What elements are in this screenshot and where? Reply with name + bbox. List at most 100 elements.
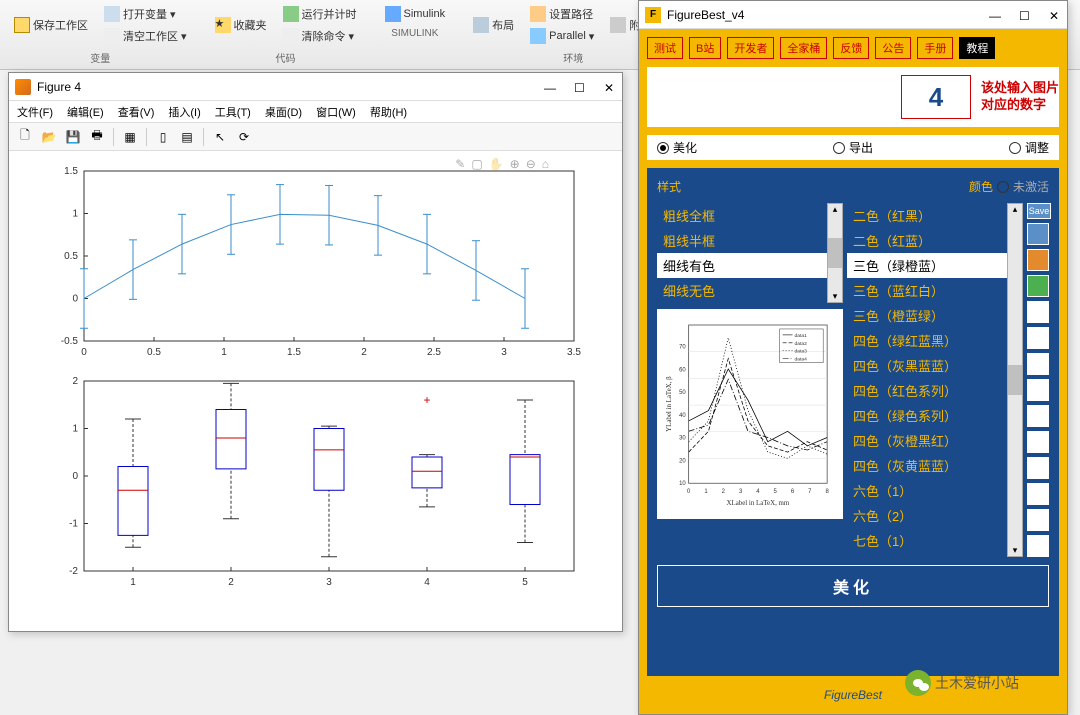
list-item[interactable]: 四色（红色系列） xyxy=(847,378,1007,403)
fb-color-list[interactable]: 二色（红黑）二色（红蓝）三色（绿橙蓝）三色（蓝红白）三色（橙蓝绿）四色（绿红蓝黑… xyxy=(847,203,1007,557)
svg-text:1: 1 xyxy=(704,489,707,495)
list-item[interactable]: 粗线全框 xyxy=(657,203,827,228)
ribbon-clear-workspace[interactable]: 清空工作区 ▾ xyxy=(100,26,191,46)
list-item[interactable]: 二色（红黑） xyxy=(847,203,1007,228)
menu-insert[interactable]: 插入(I) xyxy=(168,104,200,120)
fb-save-button[interactable]: Save xyxy=(1027,203,1051,219)
svg-text:4: 4 xyxy=(424,577,430,588)
figurebest-window: F FigureBest_v4 — ☐ ✕ 测试 B站开发者全家桶反馈公告手册教程… xyxy=(638,0,1068,715)
list-item[interactable]: 四色（灰橙黑红） xyxy=(847,428,1007,453)
fb-style-scrollbar[interactable]: ▴▾ xyxy=(827,203,843,303)
menu-view[interactable]: 查看(V) xyxy=(118,104,155,120)
svg-text:10: 10 xyxy=(679,481,686,487)
fb-tab[interactable]: B站 xyxy=(689,37,721,59)
svg-text:2: 2 xyxy=(228,577,234,588)
toolbar-pointer-icon[interactable]: ↖ xyxy=(210,127,230,147)
list-item[interactable]: 六色（2） xyxy=(847,503,1007,528)
fb-swatch[interactable] xyxy=(1027,457,1049,479)
fb-swatch[interactable] xyxy=(1027,301,1049,323)
list-item[interactable]: 四色（灰黄蓝蓝） xyxy=(847,453,1007,478)
fb-swatch[interactable] xyxy=(1027,275,1049,297)
svg-text:1: 1 xyxy=(72,424,78,435)
toolbar-colorbar-icon[interactable]: ▤ xyxy=(177,127,197,147)
fb-close-button[interactable]: ✕ xyxy=(1049,9,1061,21)
fb-minimize-button[interactable]: — xyxy=(989,9,1001,21)
fb-swatch[interactable] xyxy=(1027,535,1049,557)
ribbon-simulink[interactable]: Simulink xyxy=(381,4,450,24)
fb-mode-2[interactable]: 调整 xyxy=(1009,139,1049,156)
fb-tab[interactable]: 开发者 xyxy=(727,37,774,59)
list-item[interactable]: 细线有色 xyxy=(657,253,827,278)
figure-titlebar[interactable]: Figure 4 — ☐ ✕ xyxy=(9,73,622,101)
close-button[interactable]: ✕ xyxy=(604,81,616,93)
list-item[interactable]: 四色（绿红蓝黑） xyxy=(847,328,1007,353)
list-item[interactable]: 四色（灰黑蓝蓝） xyxy=(847,353,1007,378)
fb-swatch[interactable] xyxy=(1027,405,1049,427)
fb-swatch[interactable] xyxy=(1027,327,1049,349)
list-item[interactable]: 七色（1） xyxy=(847,528,1007,553)
fb-swatch[interactable] xyxy=(1027,353,1049,375)
ribbon-layout[interactable]: 布局 xyxy=(469,4,518,46)
list-item[interactable]: 六色（1） xyxy=(847,478,1007,503)
ribbon-set-path[interactable]: 设置路径 xyxy=(526,4,598,24)
menu-help[interactable]: 帮助(H) xyxy=(370,104,407,120)
fb-inactive-label: 未激活 xyxy=(1013,178,1049,195)
fb-style-label: 样式 xyxy=(657,178,681,195)
menu-desktop[interactable]: 桌面(D) xyxy=(265,104,302,120)
ribbon-clear-cmd[interactable]: 清除命令 ▾ xyxy=(279,26,361,46)
menu-file[interactable]: 文件(F) xyxy=(17,104,53,120)
fb-tab-tutorial[interactable]: 教程 xyxy=(959,37,995,59)
axes-toolbar[interactable]: ✎▢✋⊕⊖⌂ xyxy=(455,157,549,171)
ribbon-run-timer[interactable]: 运行并计时 xyxy=(279,4,361,24)
list-item[interactable]: 细线无色 xyxy=(657,278,827,303)
fb-tab[interactable]: 公告 xyxy=(875,37,911,59)
ribbon-open-var[interactable]: 打开变量 ▾ xyxy=(100,4,191,24)
list-item[interactable]: 四色（绿色系列） xyxy=(847,403,1007,428)
menu-tools[interactable]: 工具(T) xyxy=(215,104,251,120)
fb-swatch[interactable] xyxy=(1027,509,1049,531)
fb-swatch[interactable] xyxy=(1027,379,1049,401)
menu-edit[interactable]: 编辑(E) xyxy=(67,104,104,120)
fb-tab[interactable]: 全家桶 xyxy=(780,37,827,59)
fb-color-scrollbar[interactable]: ▴▾ xyxy=(1007,203,1023,557)
list-item[interactable]: 三色（橙蓝绿） xyxy=(847,303,1007,328)
fb-maximize-button[interactable]: ☐ xyxy=(1019,9,1031,21)
ribbon-save-workspace[interactable]: 保存工作区 xyxy=(10,4,92,46)
maximize-button[interactable]: ☐ xyxy=(574,81,586,93)
wechat-icon xyxy=(905,670,931,696)
toolbar-new-icon[interactable]: 🗋 xyxy=(15,127,35,147)
fb-mode-0[interactable]: 美化 xyxy=(657,139,697,156)
wechat-badge: 土木爱研小站 xyxy=(905,670,1019,696)
fb-color-radio[interactable] xyxy=(997,181,1009,193)
ribbon-parallel[interactable]: Parallel ▾ xyxy=(526,26,598,46)
minimize-button[interactable]: — xyxy=(544,81,556,93)
fb-beautify-button[interactable]: 美化 xyxy=(657,565,1049,607)
fb-figure-number-input[interactable]: 4 xyxy=(901,75,971,119)
menu-window[interactable]: 窗口(W) xyxy=(316,104,356,120)
list-item[interactable]: 二色（红蓝） xyxy=(847,228,1007,253)
toolbar-save-icon[interactable]: 💾 xyxy=(63,127,83,147)
fb-swatch[interactable] xyxy=(1027,483,1049,505)
fb-mode-1[interactable]: 导出 xyxy=(833,139,873,156)
svg-text:50: 50 xyxy=(679,390,686,396)
fb-style-list[interactable]: 粗线全框粗线半框细线有色细线无色 xyxy=(657,203,827,303)
toolbar-rotate-icon[interactable]: ⟳ xyxy=(234,127,254,147)
fb-swatch[interactable] xyxy=(1027,249,1049,271)
toolbar-print-icon[interactable]: 🖶 xyxy=(87,127,107,147)
fb-tab[interactable]: 手册 xyxy=(917,37,953,59)
list-item[interactable]: 粗线半框 xyxy=(657,228,827,253)
toolbar-link-icon[interactable]: ▯ xyxy=(153,127,173,147)
toolbar-edit-icon[interactable]: ▦ xyxy=(120,127,140,147)
ribbon-favorites[interactable]: ★收藏夹 xyxy=(211,4,271,46)
list-item[interactable]: 三色（绿橙蓝） xyxy=(847,253,1007,278)
matlab-icon xyxy=(15,79,31,95)
fb-swatch[interactable] xyxy=(1027,223,1049,245)
fb-titlebar[interactable]: F FigureBest_v4 — ☐ ✕ xyxy=(639,1,1067,29)
list-item[interactable]: 三色（蓝红白） xyxy=(847,278,1007,303)
fb-swatch[interactable] xyxy=(1027,431,1049,453)
fb-tab[interactable]: 测试 xyxy=(647,37,683,59)
toolbar-open-icon[interactable]: 📂 xyxy=(39,127,59,147)
svg-text:1: 1 xyxy=(130,577,136,588)
svg-text:-1: -1 xyxy=(69,519,78,530)
fb-tab[interactable]: 反馈 xyxy=(833,37,869,59)
